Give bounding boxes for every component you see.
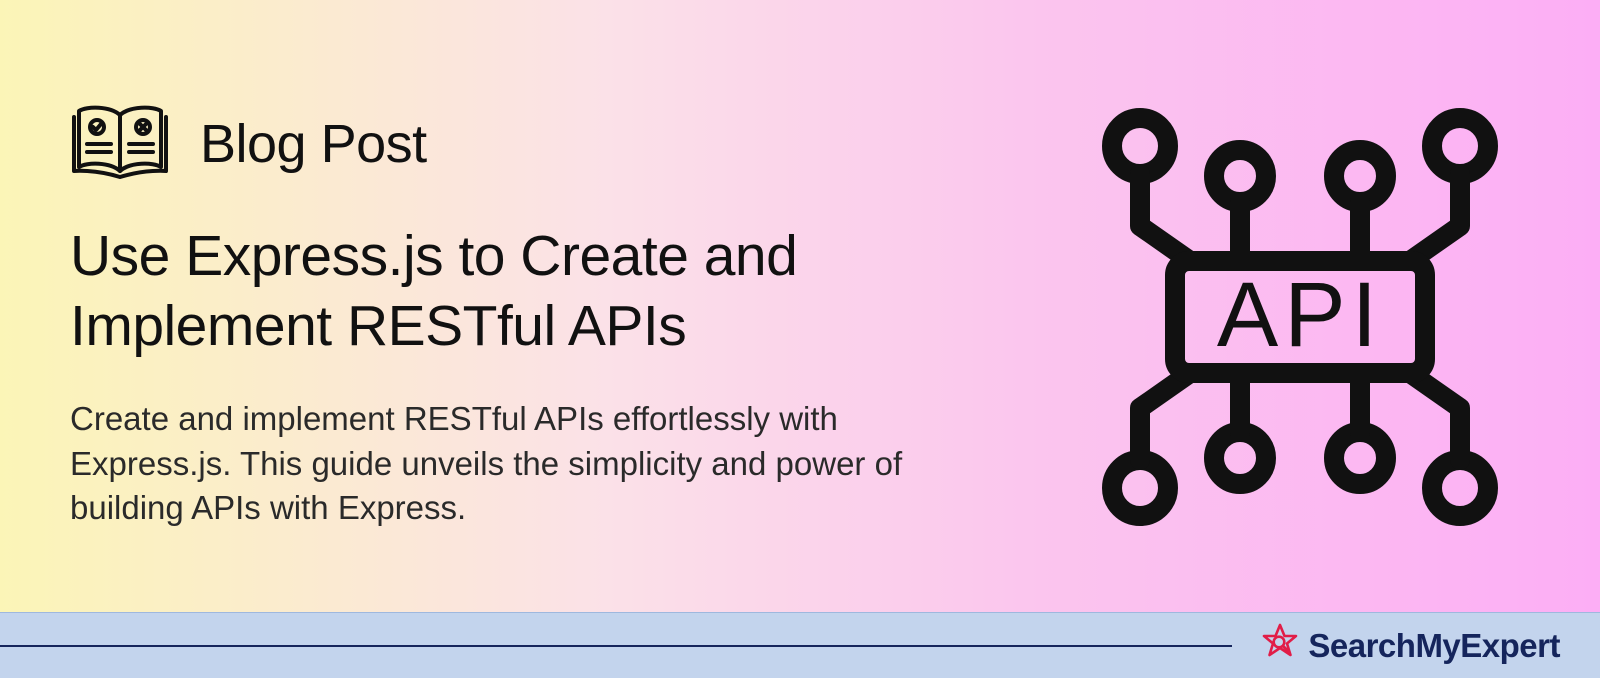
category-label: Blog Post <box>200 113 427 175</box>
post-description: Create and implement RESTful APIs effort… <box>70 397 910 531</box>
api-illustration-label: API <box>1217 264 1383 366</box>
post-title: Use Express.js to Create and Implement R… <box>70 222 890 361</box>
text-column: Blog Post Use Express.js to Create and I… <box>70 101 1010 531</box>
brand-name: SearchMyExpert <box>1308 627 1560 665</box>
category-row: Blog Post <box>70 101 1010 186</box>
footer-brand: SearchMyExpert <box>1260 623 1600 668</box>
book-icon <box>70 101 170 186</box>
footer-divider <box>0 645 1232 647</box>
star-magnifier-icon <box>1260 623 1300 668</box>
footer-bar: SearchMyExpert <box>0 612 1600 678</box>
api-illustration: API <box>1070 96 1530 536</box>
blog-hero-banner: Blog Post Use Express.js to Create and I… <box>0 0 1600 678</box>
content-row: Blog Post Use Express.js to Create and I… <box>0 0 1600 612</box>
